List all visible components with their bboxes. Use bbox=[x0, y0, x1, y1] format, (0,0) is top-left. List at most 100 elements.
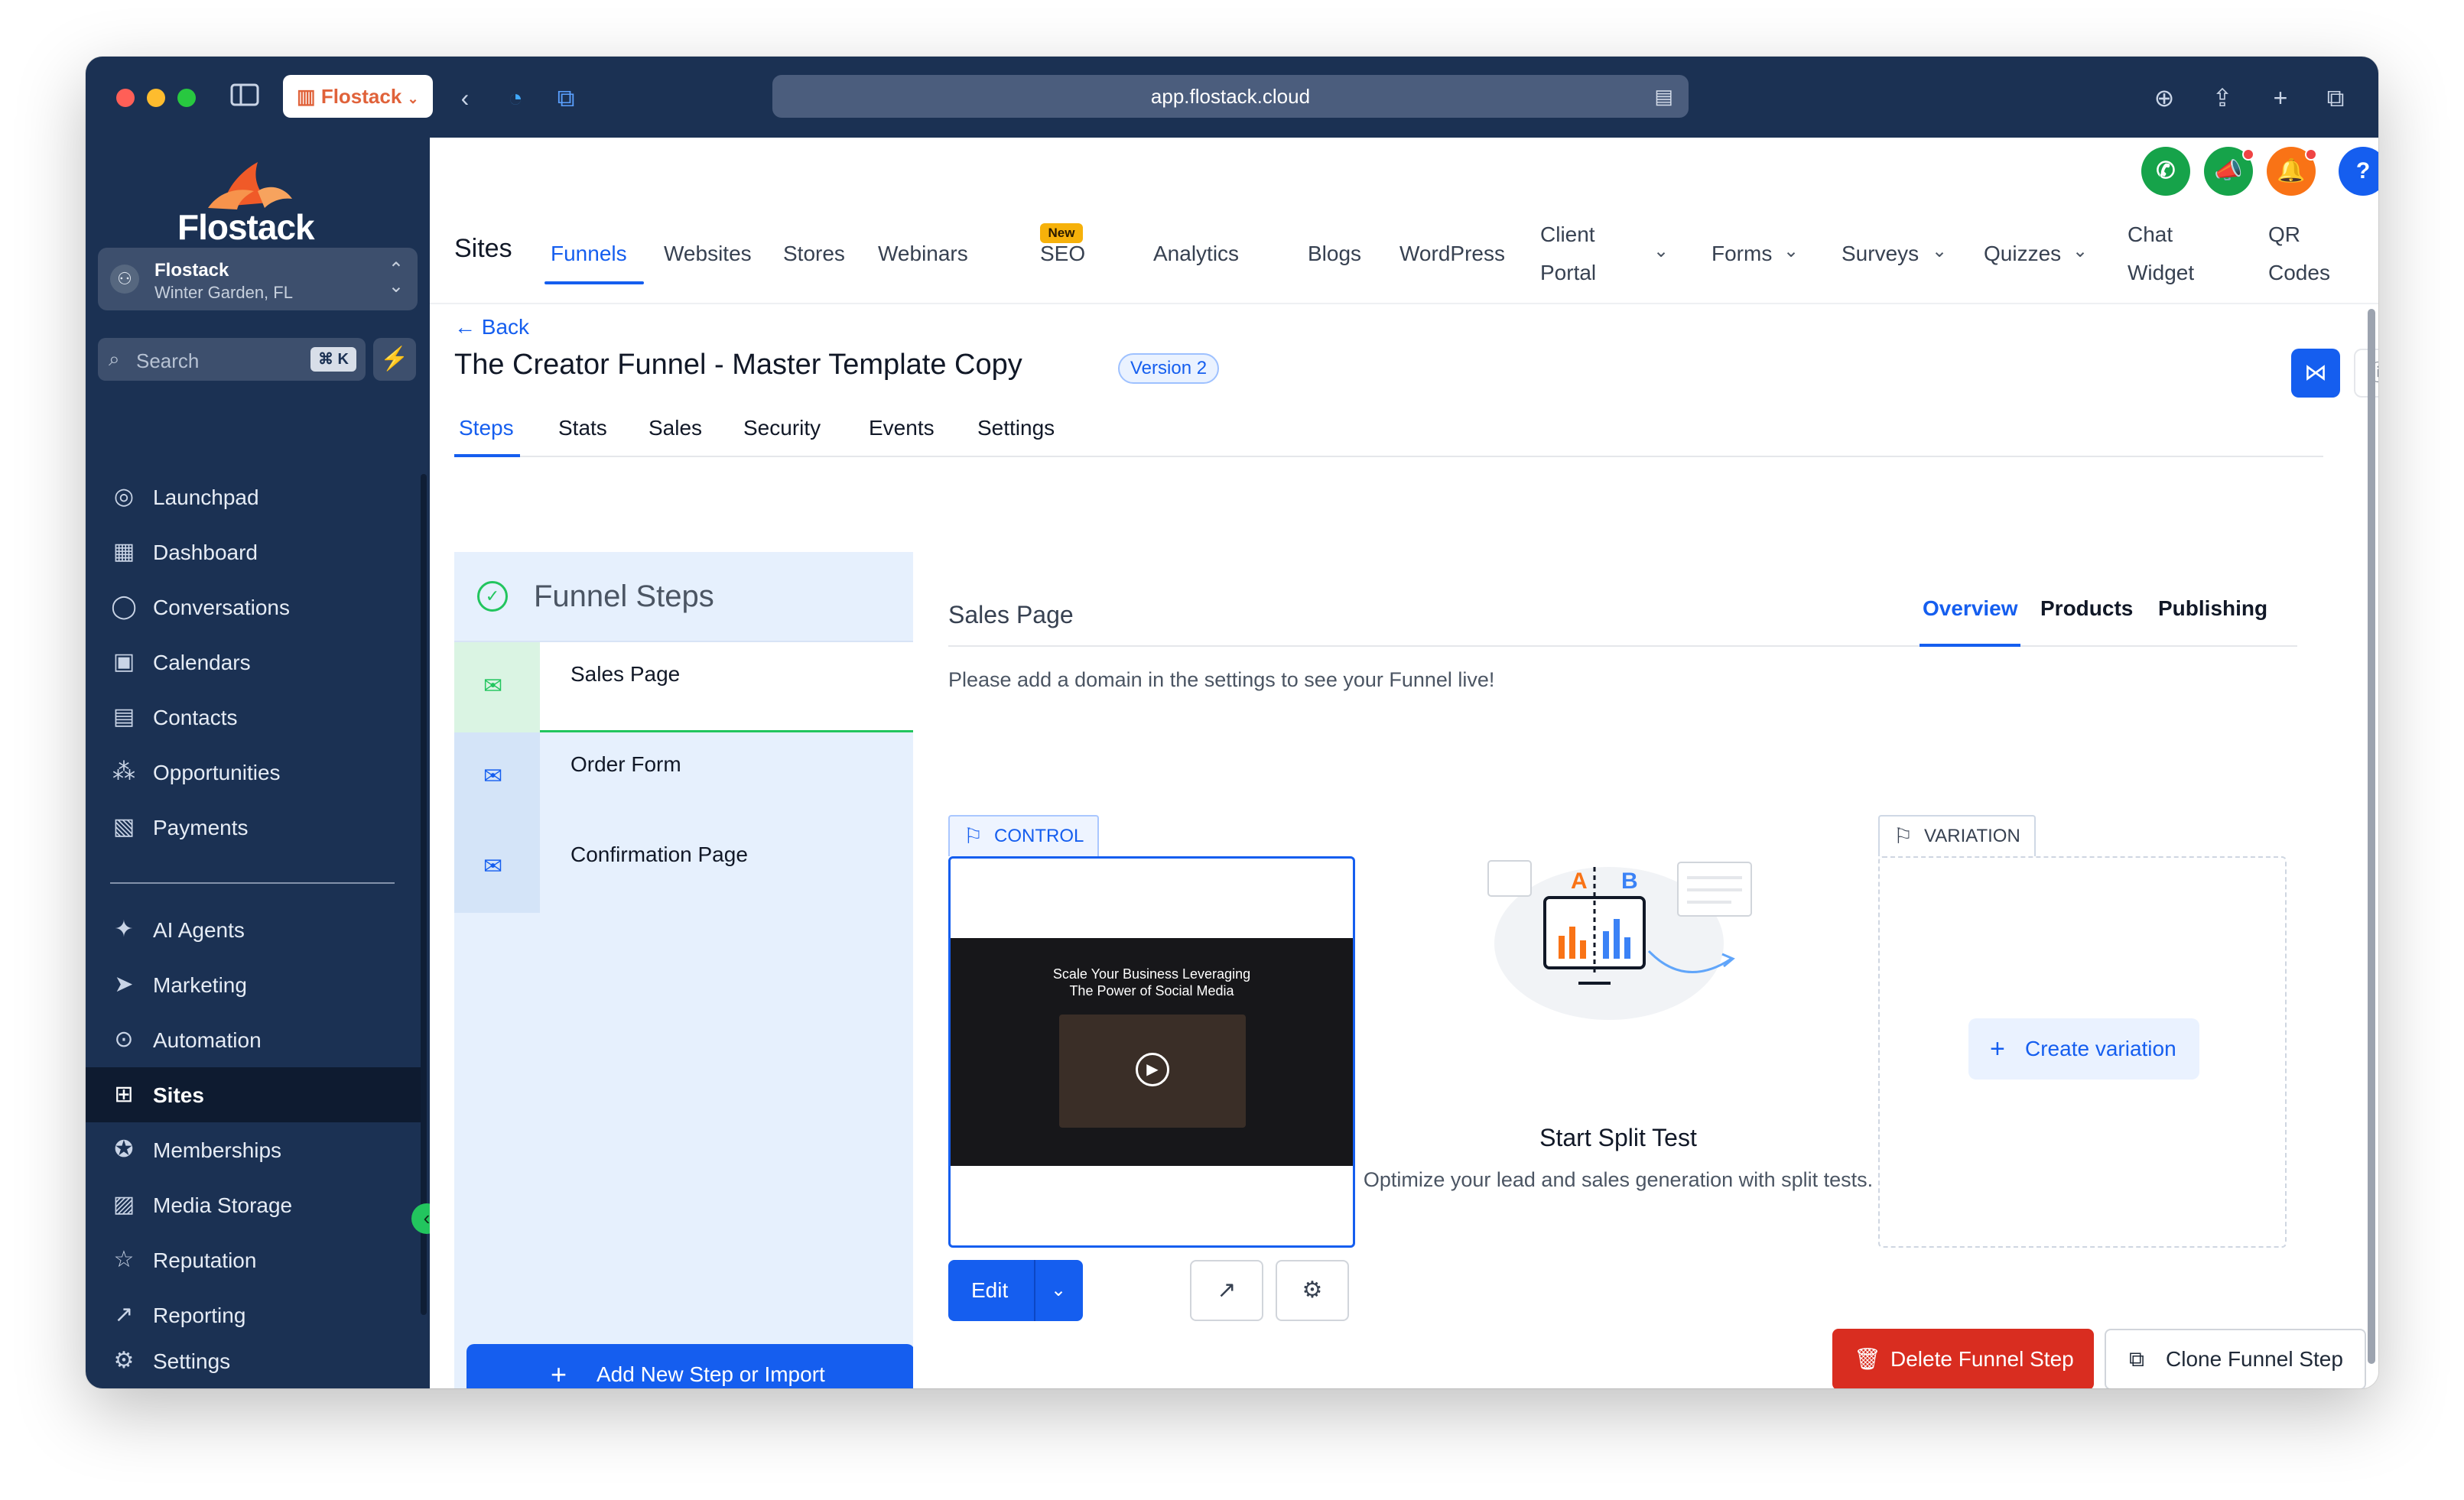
phone-icon[interactable]: ✆ bbox=[2141, 147, 2190, 196]
sidebar-item-contacts[interactable]: ▤ Contacts bbox=[86, 690, 422, 745]
sidebar-toggle-icon[interactable] bbox=[228, 81, 262, 115]
split-label-b: B bbox=[1621, 869, 1638, 894]
sidebar-item-media-storage[interactable]: ▨ Media Storage bbox=[86, 1177, 422, 1232]
delete-step-button[interactable]: 🗑 Delete Funnel Step bbox=[1832, 1329, 2094, 1388]
sidebar-item-conversations[interactable]: ◯ Conversations bbox=[86, 580, 422, 635]
sidebar-item-label: Media Storage bbox=[153, 1193, 293, 1217]
quick-action-bolt-icon[interactable]: ⚡ bbox=[373, 338, 416, 381]
sidebar-item-reputation[interactable]: ☆ Reputation bbox=[86, 1232, 422, 1287]
sidebar-item-dashboard[interactable]: ▦ Dashboard bbox=[86, 524, 422, 580]
tab-qr-codes[interactable]: QR Codes bbox=[2268, 216, 2330, 292]
sidebar-item-ai-agents[interactable]: ✦ AI Agents bbox=[86, 902, 422, 957]
tab-publishing[interactable]: Publishing bbox=[2158, 596, 2267, 621]
contacts-icon: ▤ bbox=[112, 704, 135, 729]
page-settings-button[interactable]: ⚙ bbox=[1276, 1260, 1349, 1321]
main-scrollbar[interactable] bbox=[2368, 309, 2375, 1364]
new-tab-icon[interactable]: + bbox=[2264, 81, 2297, 115]
mail-icon: ✉ bbox=[483, 854, 503, 879]
clone-step-button[interactable]: ⧉ Clone Funnel Step bbox=[2105, 1329, 2366, 1388]
mail-icon: ✉ bbox=[483, 674, 503, 699]
chevron-down-icon[interactable]: ⌄ bbox=[1653, 240, 1669, 262]
sidebar-item-calendars[interactable]: ▣ Calendars bbox=[86, 635, 422, 690]
tab-overview[interactable]: Overview bbox=[1923, 596, 2018, 621]
tab-quizzes[interactable]: Quizzes bbox=[1984, 242, 2061, 266]
tab-settings[interactable]: Settings bbox=[977, 416, 1055, 440]
reader-icon[interactable]: ▤ bbox=[1654, 75, 1673, 118]
sidebar-item-memberships[interactable]: ✪ Memberships bbox=[86, 1122, 422, 1177]
gear-icon: ⚙ bbox=[1302, 1278, 1323, 1303]
sidebar-item-marketing[interactable]: ➤ Marketing bbox=[86, 957, 422, 1012]
edit-button[interactable]: Edit ⌄ bbox=[948, 1260, 1083, 1321]
chevron-down-icon[interactable]: ⌄ bbox=[1932, 240, 1947, 262]
sidebar: Flostack ⚇ Flostack Winter Garden, FL ⌃ ⌄… bbox=[86, 138, 430, 1388]
step-confirmation-page[interactable]: ✉ Confirmation Page bbox=[454, 823, 913, 913]
tab-forms[interactable]: Forms bbox=[1711, 242, 1772, 266]
send-icon: ➤ bbox=[114, 972, 134, 997]
sidebar-item-label: Contacts bbox=[153, 706, 238, 729]
plus-icon: + bbox=[1990, 1034, 2005, 1063]
sidebar-item-settings[interactable]: ⚙ Settings bbox=[86, 1333, 422, 1388]
control-page-preview[interactable]: Scale Your Business Leveraging The Power… bbox=[948, 856, 1355, 1248]
open-preview-button[interactable]: ↗ bbox=[1190, 1260, 1263, 1321]
minimize-window-button[interactable] bbox=[147, 89, 165, 107]
address-bar[interactable]: app.flostack.cloud ▤ bbox=[772, 75, 1689, 118]
tab-client-portal[interactable]: Client Portal bbox=[1540, 216, 1596, 292]
sidebar-item-launchpad[interactable]: ◎ Launchpad bbox=[86, 469, 422, 524]
tab-chat-widget[interactable]: Chat Widget bbox=[2128, 216, 2194, 292]
page-title: Sites bbox=[454, 234, 512, 263]
account-switcher[interactable]: ⚇ Flostack Winter Garden, FL ⌃ ⌄ bbox=[98, 248, 418, 310]
flag-icon: ⚐ bbox=[1894, 824, 1913, 848]
image-icon: ▨ bbox=[112, 1192, 135, 1217]
tab-stats[interactable]: Stats bbox=[558, 416, 607, 440]
search-input[interactable]: ⌕ Search ⌘ K bbox=[98, 338, 366, 381]
tab-overview-icon[interactable]: ⧉ bbox=[2319, 81, 2352, 115]
sidebar-scrollbar[interactable] bbox=[421, 474, 427, 1315]
payments-icon: ▧ bbox=[112, 814, 135, 839]
gear-icon: ⚙ bbox=[113, 1348, 135, 1373]
browser-tab[interactable]: ▥ Flostack ⌄ bbox=[283, 75, 433, 118]
tab-surveys[interactable]: Surveys bbox=[1841, 242, 1919, 266]
sidebar-item-automation[interactable]: ⊙ Automation bbox=[86, 1012, 422, 1067]
tab-seo[interactable]: SEO bbox=[1040, 242, 1085, 266]
step-sales-page[interactable]: ✉ Sales Page bbox=[454, 642, 913, 732]
add-step-button[interactable]: + Add New Step or Import bbox=[466, 1344, 915, 1388]
create-variation-button[interactable]: + Create variation bbox=[1968, 1018, 2199, 1080]
trash-icon: 🗑 bbox=[1854, 1347, 1881, 1371]
help-icon[interactable]: ? bbox=[2339, 147, 2378, 196]
download-icon[interactable]: ⊕ bbox=[2147, 81, 2181, 115]
tab-sales[interactable]: Sales bbox=[649, 416, 702, 440]
account-location: Winter Garden, FL bbox=[154, 283, 293, 302]
back-arrow-icon[interactable]: ‹ bbox=[450, 81, 480, 115]
tab-events[interactable]: Events bbox=[869, 416, 935, 440]
share-button[interactable]: ⋈ bbox=[2291, 349, 2340, 398]
tab-security[interactable]: Security bbox=[743, 416, 821, 440]
step-icon-box: ✉ bbox=[454, 642, 540, 732]
tab-products[interactable]: Products bbox=[2040, 596, 2133, 621]
tab-client-portal-line1: Client bbox=[1540, 222, 1595, 246]
tab-blogs[interactable]: Blogs bbox=[1308, 242, 1361, 266]
subtab-active-indicator bbox=[454, 454, 520, 457]
tab-wordpress[interactable]: WordPress bbox=[1399, 242, 1505, 266]
close-window-button[interactable] bbox=[116, 89, 135, 107]
tab-funnels[interactable]: Funnels bbox=[551, 242, 627, 266]
chevron-down-icon[interactable]: ⌄ bbox=[1783, 240, 1799, 262]
step-icon-box: ✉ bbox=[454, 823, 540, 913]
step-order-form[interactable]: ✉ Order Form bbox=[454, 732, 913, 823]
sidebar-item-payments[interactable]: ▧ Payments bbox=[86, 800, 422, 855]
extension-icon[interactable]: ◔ bbox=[499, 81, 532, 115]
back-link[interactable]: ← Back bbox=[454, 315, 529, 339]
tab-webinars[interactable]: Webinars bbox=[878, 242, 968, 266]
tab-analytics[interactable]: Analytics bbox=[1153, 242, 1239, 266]
chevron-down-icon[interactable]: ⌄ bbox=[1051, 1260, 1066, 1321]
tab-websites[interactable]: Websites bbox=[664, 242, 752, 266]
screens-icon[interactable]: ⧉ bbox=[549, 81, 583, 115]
tab-steps[interactable]: Steps bbox=[459, 416, 514, 440]
sidebar-item-opportunities[interactable]: ⁂ Opportunities bbox=[86, 745, 422, 800]
tab-stores[interactable]: Stores bbox=[783, 242, 845, 266]
chevron-down-icon[interactable]: ⌄ bbox=[2072, 240, 2088, 262]
domain-notice: Please add a domain in the settings to s… bbox=[948, 668, 1495, 691]
sidebar-item-sites[interactable]: ⊞ Sites bbox=[86, 1067, 422, 1122]
share-icon[interactable]: ⇪ bbox=[2206, 81, 2239, 115]
sidebar-divider bbox=[110, 882, 395, 884]
zoom-window-button[interactable] bbox=[177, 89, 196, 107]
